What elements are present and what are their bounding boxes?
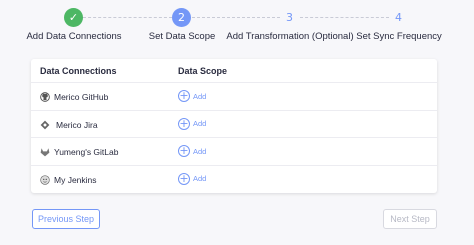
add-scope-button[interactable]: + Add [178, 145, 206, 157]
add-scope-button[interactable]: + Add [178, 171, 207, 185]
connection-name: My Jenkins [54, 174, 97, 185]
connection-name: Yumeng's GitLab [54, 147, 119, 157]
next-step-button[interactable]: Next Step [383, 209, 437, 229]
previous-step-button[interactable]: Previous Step [32, 209, 100, 229]
add-label: Add [193, 146, 207, 156]
step-connector [83, 17, 172, 18]
step-4-indicator: 4 [389, 8, 408, 27]
table-header: Data Connections Data Scope [31, 59, 437, 83]
stepper: ✓ 2 3 4 Add Data Connections Set Data Sc… [0, 0, 474, 50]
add-scope-button[interactable]: + Add [178, 116, 207, 130]
step-1-check-icon: ✓ [64, 8, 83, 27]
add-scope-button[interactable]: + Add [178, 90, 206, 102]
table-row: Merico Jira + Add [31, 111, 437, 138]
add-label: Add [193, 91, 207, 101]
step-2-indicator: 2 [172, 8, 191, 27]
step-2-label: Set Data Scope [148, 31, 216, 42]
plus-icon: + [178, 144, 190, 157]
connection-name: Merico GitHub [54, 92, 109, 102]
step-3-indicator: 3 [280, 8, 299, 27]
step-4-label: Set Sync Frequency [356, 31, 442, 42]
step-connector [192, 17, 280, 18]
plus-icon: + [178, 171, 190, 185]
data-scope-table: Data Connections Data Scope Merico GitHu… [31, 59, 437, 193]
plus-icon: + [178, 116, 190, 130]
github-icon [40, 92, 50, 102]
step-connector [300, 17, 389, 18]
plus-icon: + [178, 89, 190, 102]
gitlab-icon [40, 147, 50, 157]
table-row: Merico GitHub + Add [31, 83, 437, 111]
add-label: Add [193, 119, 207, 128]
table-row: Yumeng's GitLab + Add [31, 138, 437, 166]
column-header-scope: Data Scope [178, 66, 228, 76]
column-header-connections: Data Connections [40, 66, 117, 76]
table-row: My Jenkins + Add [31, 166, 437, 194]
step-1-label: Add Data Connections [26, 31, 122, 42]
jira-icon [40, 120, 50, 130]
add-label: Add [193, 174, 207, 183]
step-3-label: Add Transformation (Optional) [226, 31, 354, 42]
jenkins-icon [40, 174, 50, 185]
connection-name: Merico Jira [56, 119, 98, 130]
